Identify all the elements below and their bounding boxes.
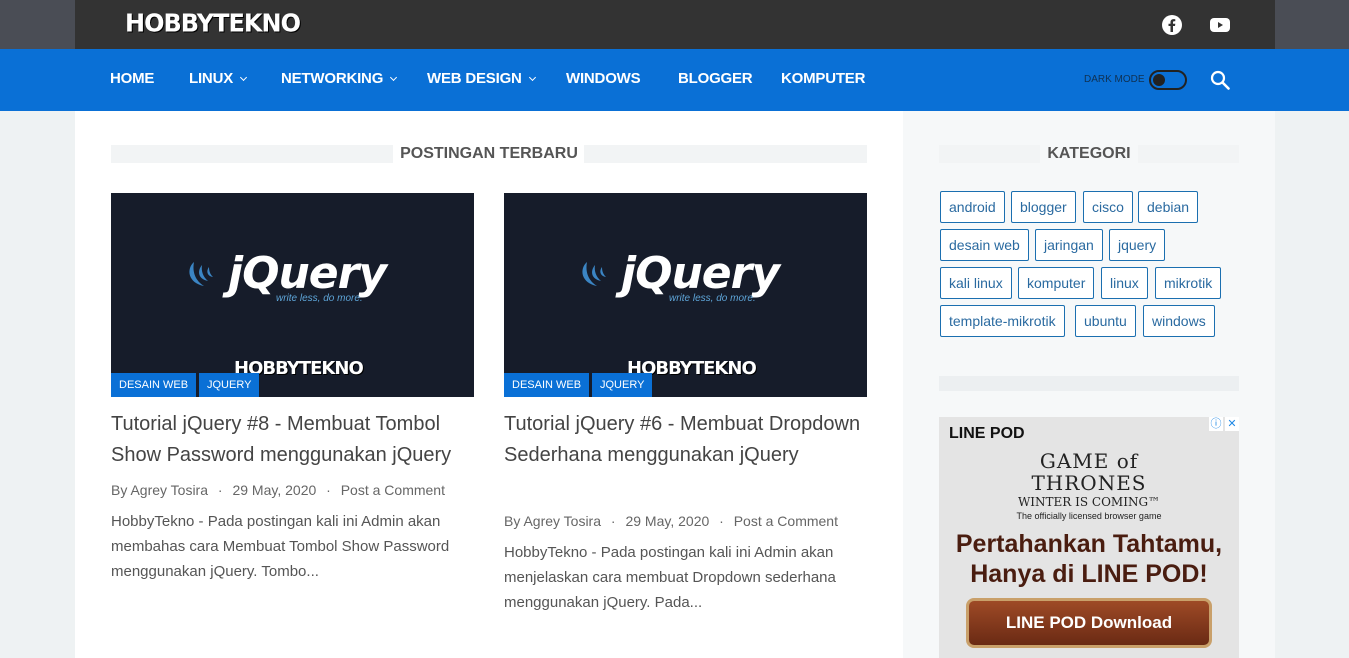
category-tag[interactable]: blogger [1011, 191, 1076, 223]
dark-mode-label: DARK MODE [1084, 74, 1145, 85]
nav-item-label: NETWORKING [281, 70, 384, 87]
post-excerpt: HobbyTekno - Pada postingan kali ini Adm… [504, 544, 836, 611]
post-title[interactable]: Tutorial jQuery #8 - Membuat Tombol Show… [111, 409, 474, 471]
category-tag[interactable]: ubuntu [1075, 305, 1136, 337]
category-tag[interactable]: windows [1143, 305, 1215, 337]
category-tag[interactable]: jaringan [1035, 229, 1103, 261]
meta-separator: · [610, 513, 616, 529]
toggle-knob [1153, 74, 1165, 86]
jquery-logo: jQuery [186, 248, 387, 299]
jquery-logo: jQuery [579, 248, 780, 299]
youtube-icon[interactable] [1209, 14, 1231, 36]
sidebar-title: KATEGORI [1047, 145, 1131, 162]
post-thumbnail[interactable]: jQuery write less, do more. HOBBYTEKNO [111, 193, 474, 397]
nav-item-web-design[interactable]: WEB DESIGN [427, 70, 536, 87]
post-tag[interactable]: JQUERY [199, 373, 260, 397]
category-tag[interactable]: komputer [1018, 267, 1095, 299]
site-logo[interactable]: HOBBYTEKNO [125, 8, 301, 37]
post-comment-link[interactable]: Post a Comment [734, 513, 838, 529]
section-header: POSTINGAN TERBARU [111, 145, 867, 163]
post-comment-link[interactable]: Post a Comment [341, 482, 445, 498]
nav-item-label: LINUX [189, 70, 234, 87]
ad-game-title-line2: THRONES [1031, 471, 1147, 495]
chevron-down-icon [390, 73, 398, 81]
ad-headline-line1: Pertahankan Tahtamu, [955, 530, 1223, 558]
category-tag[interactable]: jquery [1109, 229, 1166, 261]
nav-item-komputer[interactable]: KOMPUTER [781, 70, 865, 87]
nav-item-label: WEB DESIGN [427, 70, 522, 87]
nav-item-blogger[interactable]: BLOGGER [678, 70, 753, 87]
post-author[interactable]: By Agrey Tosira [111, 482, 208, 498]
post-title[interactable]: Tutorial jQuery #6 - Membuat Dropdown Se… [504, 409, 867, 471]
ad-game-title-line1: GAME of [1039, 449, 1139, 473]
category-tag[interactable]: linux [1101, 267, 1148, 299]
ad-headline: Pertahankan Tahtamu, Hanya di LINE POD! [939, 529, 1239, 589]
topbar: HOBBYTEKNO [75, 0, 1275, 49]
category-tag[interactable]: mikrotik [1155, 267, 1222, 299]
ad-game-subtitle: WINTER IS COMING™ [1017, 495, 1161, 509]
divider [939, 145, 1040, 163]
post-meta: By Agrey Tosira · 29 May, 2020 · Post a … [504, 513, 838, 529]
post-meta: By Agrey Tosira · 29 May, 2020 · Post a … [111, 482, 445, 498]
category-tag[interactable]: desain web [940, 229, 1029, 261]
nav-item-home[interactable]: HOME [110, 70, 154, 87]
category-tag[interactable]: android [940, 191, 1005, 223]
facebook-icon[interactable] [1161, 14, 1183, 36]
nav-item-networking[interactable]: NETWORKING [281, 70, 398, 87]
ad-controls: ⓘ ✕ [1209, 417, 1239, 431]
jquery-tagline: write less, do more. [669, 293, 756, 304]
nav-item-linux[interactable]: LINUX [189, 70, 248, 87]
post-author[interactable]: By Agrey Tosira [504, 513, 601, 529]
sidebar-widget-divider [939, 376, 1239, 391]
category-tag[interactable]: kali linux [940, 267, 1012, 299]
jquery-tagline: write less, do more. [276, 293, 363, 304]
meta-separator: · [326, 482, 331, 498]
sidebar-header: KATEGORI [939, 145, 1239, 163]
category-tag[interactable]: template-mikrotik [940, 305, 1065, 337]
category-tag[interactable]: debian [1138, 191, 1199, 223]
ad-download-button[interactable]: LINE POD Download [966, 598, 1212, 648]
ad-info-icon[interactable]: ⓘ [1209, 417, 1223, 431]
divider [111, 145, 393, 163]
dark-mode-toggle[interactable] [1149, 70, 1187, 90]
chevron-down-icon [239, 73, 248, 81]
post-thumbnail[interactable]: jQuery write less, do more. HOBBYTEKNO [504, 193, 867, 397]
ad-brand: LINE POD [949, 425, 1025, 442]
post-tag[interactable]: JQUERY [592, 373, 653, 397]
post-date: 29 May, 2020 [625, 513, 710, 529]
nav-item-label: WINDOWS [566, 70, 641, 87]
divider [1138, 145, 1239, 163]
nav-item-label: KOMPUTER [781, 70, 866, 87]
main-navigation: HOME LINUX NETWORKING WEB DESIGN WINDOWS… [0, 49, 1349, 111]
divider [584, 145, 867, 163]
advertisement[interactable]: LINE POD ⓘ ✕ GAME of THRONES WINTER IS C… [939, 417, 1239, 658]
meta-separator: · [217, 482, 223, 498]
jquery-swirl-icon [189, 261, 213, 286]
search-icon[interactable] [1210, 70, 1230, 90]
post-tag[interactable]: DESAIN WEB [111, 373, 197, 397]
jquery-logo-text: jQuery [228, 248, 387, 299]
meta-separator: · [719, 513, 724, 529]
jquery-logo-text: jQuery [621, 248, 780, 299]
section-title: POSTINGAN TERBARU [400, 145, 578, 162]
ad-headline-line2: Hanya di LINE POD! [970, 560, 1208, 588]
category-tag[interactable]: cisco [1083, 191, 1133, 223]
nav-item-label: HOME [110, 70, 155, 87]
ad-close-icon[interactable]: ✕ [1225, 417, 1239, 431]
chevron-down-icon [528, 73, 536, 81]
post-date: 29 May, 2020 [232, 482, 317, 498]
post-excerpt: HobbyTekno - Pada postingan kali ini Adm… [111, 513, 450, 580]
post-tag[interactable]: DESAIN WEB [504, 373, 590, 397]
nav-item-windows[interactable]: WINDOWS [566, 70, 641, 87]
jquery-swirl-icon [582, 261, 606, 286]
nav-item-label: BLOGGER [678, 70, 753, 87]
ad-licensed-text: The officially licensed browser game [1016, 511, 1162, 521]
